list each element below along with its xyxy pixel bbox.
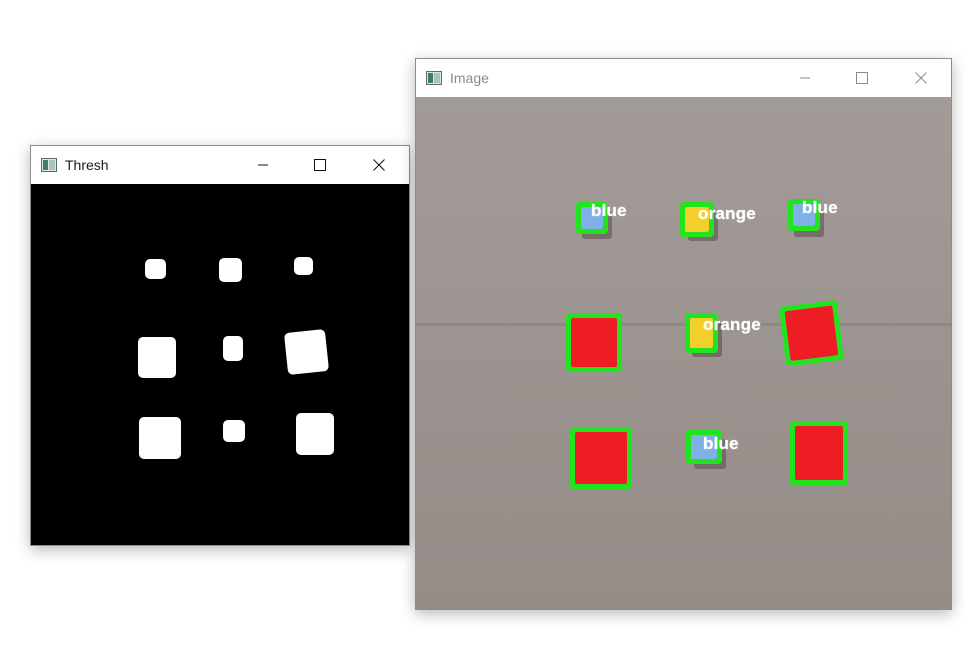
thresh-blob — [296, 413, 334, 455]
close-icon — [373, 159, 385, 171]
thresh-window[interactable]: Thresh — [30, 145, 410, 546]
detected-cube-red — [790, 421, 848, 485]
minimize-button[interactable] — [782, 59, 828, 97]
detection-label: orange — [703, 315, 761, 334]
opencv-window-icon — [41, 158, 57, 172]
thresh-blob — [294, 257, 313, 275]
thresh-blob — [283, 328, 330, 376]
close-button[interactable] — [356, 146, 402, 184]
image-titlebar[interactable]: Image — [416, 59, 951, 97]
maximize-button[interactable] — [839, 59, 885, 97]
maximize-button[interactable] — [297, 146, 343, 184]
opencv-window-icon — [426, 71, 442, 85]
thresh-blob — [139, 417, 181, 459]
detection-label: blue — [802, 198, 838, 217]
camera-image: blue orange blue orange blue — [416, 97, 951, 609]
window-title: Image — [450, 70, 489, 86]
image-window[interactable]: Image blue orange blue orange blue — [415, 58, 952, 610]
thresh-blob — [138, 337, 176, 378]
window-title: Thresh — [65, 157, 109, 173]
thresh-blob — [219, 258, 242, 282]
detection-label: orange — [698, 204, 756, 223]
detected-cube-red — [779, 299, 844, 367]
thresh-blob — [145, 259, 166, 279]
close-icon — [915, 72, 927, 84]
thresh-blob — [223, 420, 245, 442]
close-button[interactable] — [898, 59, 944, 97]
detected-cube-red — [570, 427, 632, 489]
detection-label: blue — [591, 201, 627, 220]
minimize-icon — [258, 164, 268, 166]
thresh-blob — [223, 336, 243, 361]
detected-cube-red — [566, 313, 622, 372]
thresh-image — [31, 184, 409, 545]
maximize-icon — [856, 72, 868, 84]
minimize-button[interactable] — [240, 146, 286, 184]
thresh-titlebar[interactable]: Thresh — [31, 146, 409, 184]
minimize-icon — [800, 77, 810, 79]
detection-label: blue — [703, 434, 739, 453]
wall-seam — [416, 323, 951, 326]
maximize-icon — [314, 159, 326, 171]
